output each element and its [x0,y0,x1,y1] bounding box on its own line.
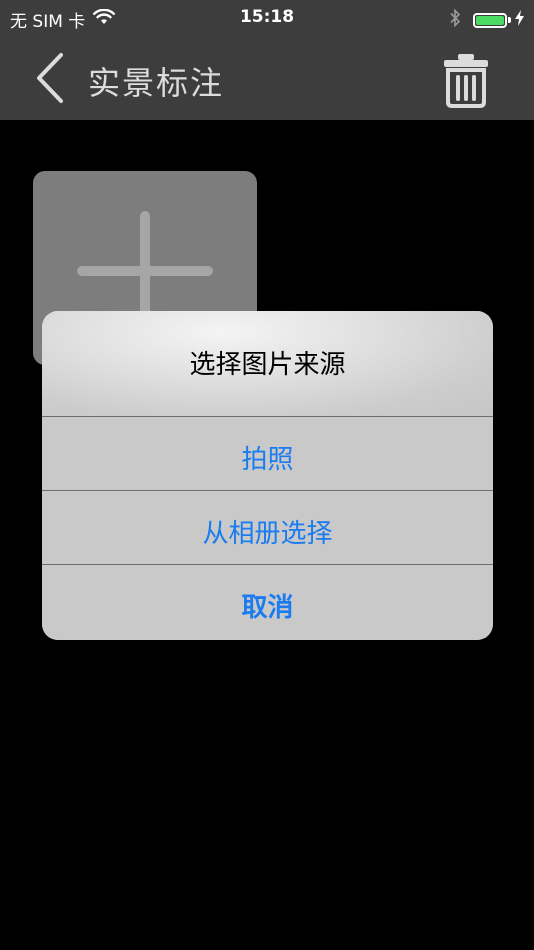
choose-from-album-label: 从相册选择 [202,519,333,549]
status-bar: 无 SIM 卡 15:18 [0,0,534,40]
status-right [449,8,524,32]
back-button[interactable] [28,50,72,110]
dialog-title: 选择图片来源 [189,350,346,380]
screen: 无 SIM 卡 15:18 实景标注 选择图片来源 拍照 从相册选择 取消 [0,0,534,950]
bluetooth-icon [449,8,461,32]
cancel-label: 取消 [241,593,294,623]
battery-tip [508,17,511,23]
chevron-left-icon [35,52,65,108]
dialog-header: 选择图片来源 [42,311,493,417]
take-photo-button[interactable]: 拍照 [42,417,493,491]
cancel-button[interactable]: 取消 [42,565,493,640]
charging-icon [515,10,524,30]
delete-button[interactable] [442,52,490,108]
image-source-dialog: 选择图片来源 拍照 从相册选择 取消 [42,311,493,640]
trash-icon [442,54,490,112]
nav-bar: 实景标注 [0,40,534,120]
battery-fill [476,15,504,25]
take-photo-label: 拍照 [241,445,294,475]
choose-from-album-button[interactable]: 从相册选择 [42,491,493,565]
page-title: 实景标注 [88,64,225,102]
battery-icon [473,12,507,28]
